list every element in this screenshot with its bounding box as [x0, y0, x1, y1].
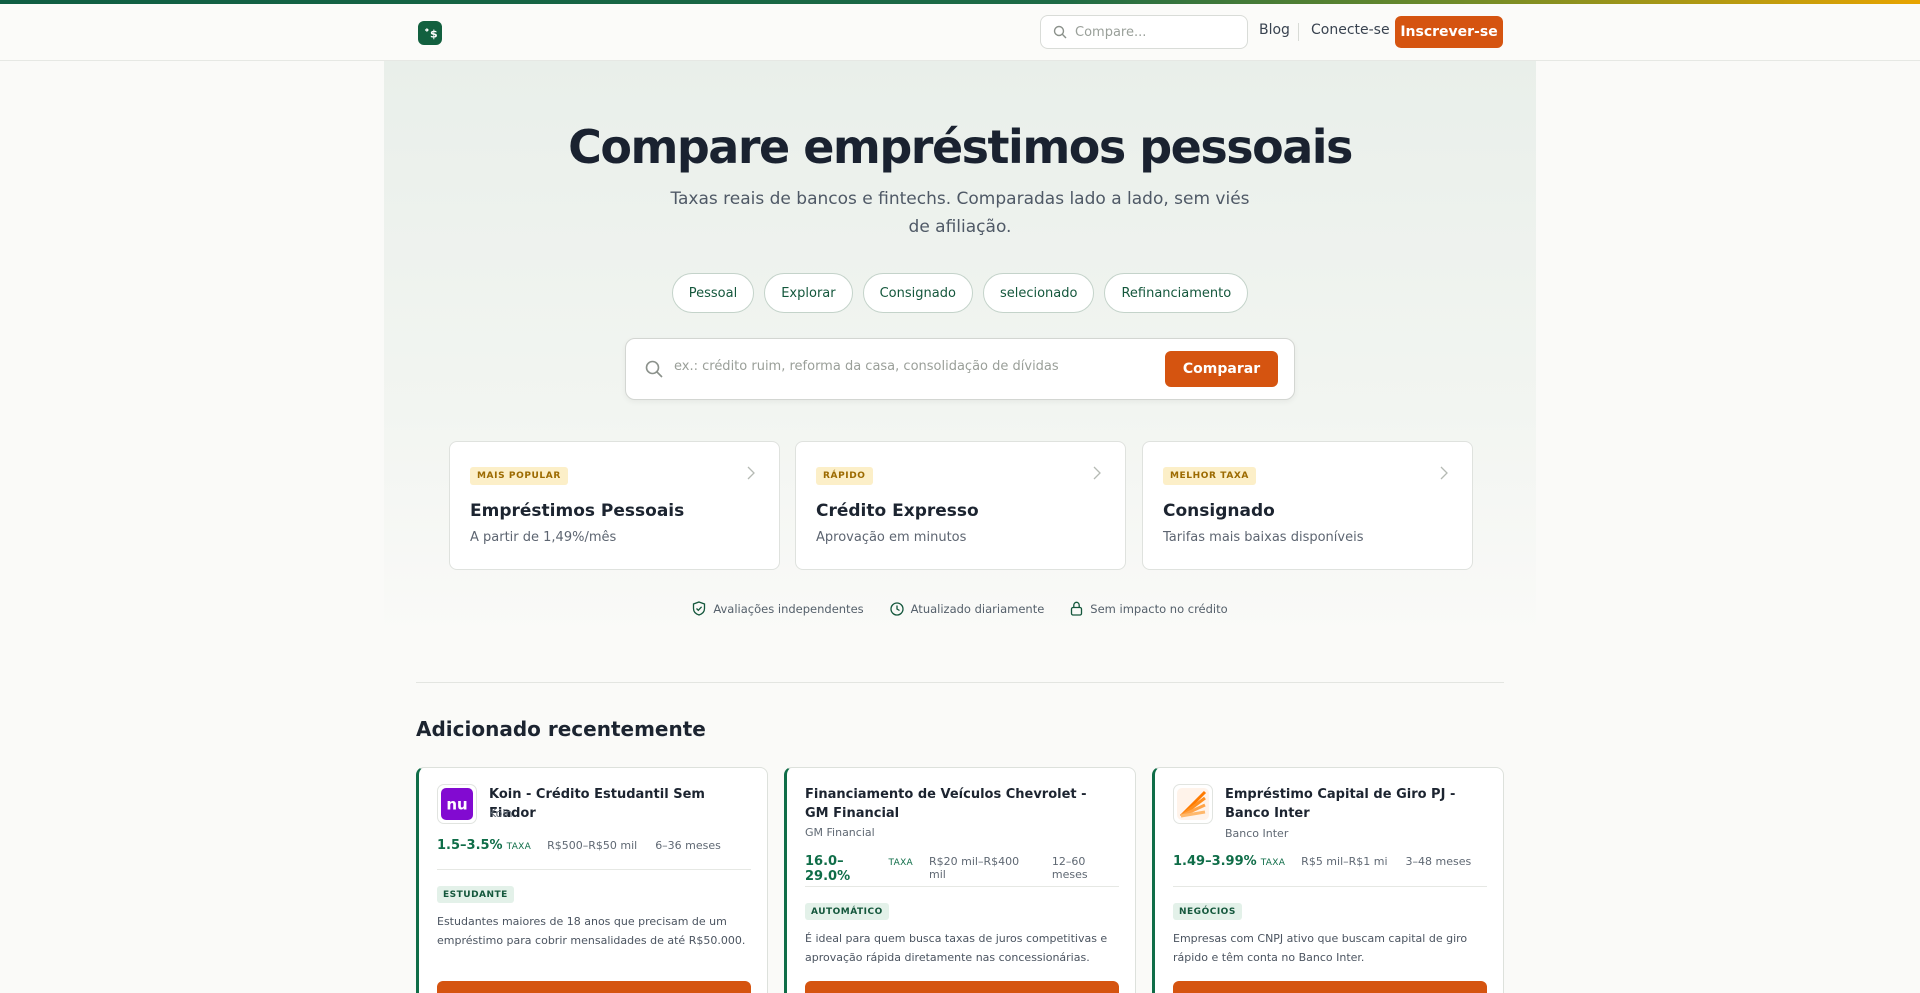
loan-provider: Banco Inter — [1225, 827, 1289, 840]
loan-cta-button[interactable] — [805, 981, 1119, 993]
loan-title: Koin - Crédito Estudantil Sem Fiador — [489, 787, 705, 821]
category-card-express[interactable]: RÁPIDO Crédito Expresso Aprovação em min… — [795, 441, 1126, 570]
loan-type-chips: Pessoal Explorar Consignado selecionado … — [384, 273, 1536, 313]
loan-rate-label: TAXA — [1260, 858, 1286, 868]
loan-rate: 16.0–29.0% — [805, 854, 851, 884]
nav-divider — [1298, 23, 1299, 41]
section-divider — [416, 682, 1504, 683]
recent-section-title: Adicionado recentemente — [416, 717, 706, 741]
loan-provider: Koin — [489, 807, 513, 820]
login-link[interactable]: Conecte-se — [1311, 22, 1390, 38]
lock-icon — [1071, 601, 1083, 616]
page-title: Compare empréstimos pessoais — [568, 120, 1353, 174]
category-title: Crédito Expresso — [816, 501, 979, 521]
loan-amount: R$5 mil–R$1 mi — [1301, 855, 1388, 868]
loan-stats: 1.5–3.5% TAXA R$500–R$50 mil 6–36 meses — [437, 838, 735, 853]
loan-card[interactable]: Empréstimo Capital de Giro PJ - Banco In… — [1152, 767, 1504, 993]
chevron-right-icon — [747, 466, 755, 480]
page-subtitle: Taxas reais de bancos e fintechs. Compar… — [670, 189, 1250, 237]
svg-text:nu: nu — [446, 796, 467, 814]
chip-explorar[interactable]: Explorar — [764, 273, 853, 313]
category-card-consignado[interactable]: MELHOR TAXA Consignado Tarifas mais baix… — [1142, 441, 1473, 570]
search-icon — [1053, 25, 1067, 39]
chip-refinanciamento[interactable]: Refinanciamento — [1104, 273, 1249, 313]
loan-term: 12–60 meses — [1051, 855, 1088, 881]
loan-term: 3–48 meses — [1405, 855, 1472, 868]
loan-provider: GM Financial — [805, 826, 875, 839]
loan-stats: 16.0–29.0% TAXA R$20 mil–R$400 mil 12–60… — [805, 854, 1135, 884]
category-badge: MELHOR TAXA — [1163, 467, 1256, 485]
category-title: Consignado — [1163, 501, 1275, 521]
inter-logo — [1173, 784, 1213, 824]
trust-label: Avaliações independentes — [713, 601, 864, 616]
loan-tag: AUTOMÁTICO — [805, 903, 889, 920]
loan-title: Empréstimo Capital de Giro PJ - Banco In… — [1225, 787, 1456, 821]
loan-desc: É ideal para quem busca taxas de juros c… — [805, 932, 1108, 964]
loan-term: 6–36 meses — [655, 839, 721, 852]
main-search-box: Comparar — [625, 338, 1295, 400]
chip-consignado[interactable]: Consignado — [862, 273, 973, 313]
svg-text:$: $ — [430, 28, 438, 41]
loan-tag: ESTUDANTE — [437, 886, 514, 903]
category-badge: MAIS POPULAR — [470, 467, 568, 485]
main-search-input[interactable] — [674, 359, 1154, 374]
search-icon — [645, 360, 663, 378]
chip-pessoal[interactable]: Pessoal — [671, 273, 755, 313]
loan-card[interactable]: Financiamento de Veículos Chevrolet - GM… — [784, 767, 1136, 993]
loan-rate: 1.5–3.5% — [437, 838, 503, 853]
loan-tag: NEGÓCIOS — [1173, 903, 1242, 920]
loan-card[interactable]: nu Koin - Crédito Estudantil Sem Fiador … — [416, 767, 768, 993]
category-title: Empréstimos Pessoais — [470, 501, 685, 521]
top-navbar: $ Blog Conecte-se Inscrever-se — [0, 4, 1920, 61]
dollar-logo-icon[interactable]: $ — [418, 21, 442, 45]
shield-check-icon — [693, 601, 706, 616]
chevron-right-icon — [1093, 466, 1101, 480]
loan-rate: 1.49–3.99% — [1173, 854, 1257, 869]
trust-label: Atualizado diariamente — [910, 601, 1045, 616]
category-desc: A partir de 1,49%/mês — [470, 530, 617, 545]
category-card-personal[interactable]: MAIS POPULAR Empréstimos Pessoais A part… — [449, 441, 780, 570]
loan-cta-button[interactable] — [1173, 981, 1487, 993]
nav-search-input[interactable] — [1075, 24, 1235, 40]
loan-amount: R$500–R$50 mil — [547, 839, 638, 852]
loan-rate-label: TAXA — [888, 858, 913, 868]
chevron-right-icon — [1440, 466, 1448, 480]
trust-item: Sem impacto no crédito — [1070, 601, 1228, 616]
loan-rate-label: TAXA — [506, 842, 532, 852]
nu-logo: nu — [437, 784, 477, 824]
loan-desc: Estudantes maiores de 18 anos que precis… — [437, 915, 746, 947]
loan-desc: Empresas com CNPJ ativo que buscam capit… — [1173, 932, 1468, 964]
category-desc: Aprovação em minutos — [816, 530, 967, 545]
signup-button[interactable]: Inscrever-se — [1395, 16, 1503, 48]
card-divider — [437, 869, 751, 870]
category-badge: RÁPIDO — [816, 467, 873, 485]
trust-indicators: Avaliações independentes Atualizado diar… — [384, 601, 1536, 616]
nav-search-box[interactable] — [1040, 15, 1248, 49]
loan-cta-button[interactable] — [437, 981, 751, 993]
loan-title: Financiamento de Veículos Chevrolet - GM… — [805, 787, 1087, 821]
trust-label: Sem impacto no crédito — [1090, 601, 1228, 616]
chip-selecionado[interactable]: selecionado — [982, 273, 1095, 313]
loan-stats: 1.49–3.99% TAXA R$5 mil–R$1 mi 3–48 mese… — [1173, 854, 1485, 869]
loan-amount: R$20 mil–R$400 mil — [929, 855, 1020, 881]
trust-item: Atualizado diariamente — [889, 601, 1045, 616]
card-divider — [1173, 886, 1487, 887]
compare-button[interactable]: Comparar — [1165, 351, 1278, 387]
category-desc: Tarifas mais baixas disponíveis — [1163, 530, 1364, 545]
blog-link[interactable]: Blog — [1259, 22, 1290, 38]
card-divider — [805, 886, 1119, 887]
trust-item: Avaliações independentes — [692, 601, 864, 616]
clock-icon — [889, 601, 904, 616]
